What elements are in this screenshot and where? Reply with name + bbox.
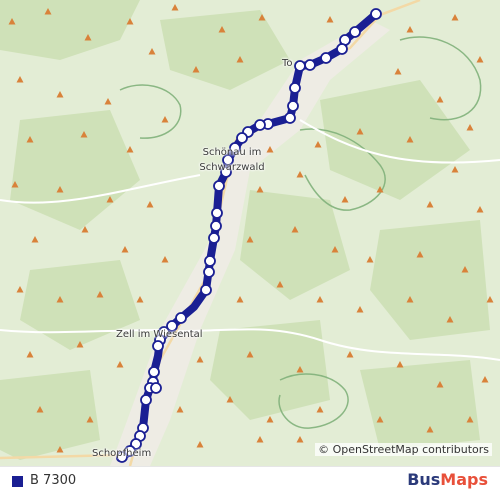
bus-stop[interactable] [304,59,316,71]
bus-stop[interactable] [349,26,361,38]
bus-stop[interactable] [287,100,299,112]
bus-stop[interactable] [320,52,332,64]
route-color-swatch [12,476,23,487]
bus-stop[interactable] [336,43,348,55]
place-label-todtnau: To [282,58,293,69]
place-label-zell: Zell im Wiesental [116,329,203,340]
bus-stop[interactable] [150,382,162,394]
legend-bar: B 7300 BusMaps [0,466,500,501]
bus-stop[interactable] [294,60,306,72]
bus-stop[interactable] [211,207,223,219]
brand-logo-part-maps: Maps [440,470,488,489]
place-label-schoenau: Schönau im Schwarzwald [199,147,265,173]
route-label: B 7300 [30,473,77,488]
bus-stop[interactable] [289,82,301,94]
bus-stop[interactable] [210,220,222,232]
bus-stop[interactable] [370,8,382,20]
bus-stop[interactable] [200,284,212,296]
bus-stop[interactable] [203,266,215,278]
bus-stop[interactable] [236,132,248,144]
bus-stop[interactable] [208,232,220,244]
bus-stop[interactable] [152,340,164,352]
brand-logo-part-bus: Bus [407,470,441,489]
bus-stop[interactable] [140,394,152,406]
bus-stop[interactable] [148,366,160,378]
map-canvas[interactable]: To Schönau im Schwarzwald Zell im Wiesen… [0,0,500,466]
map-attribution[interactable]: © OpenStreetMap contributors [315,443,492,456]
brand-logo[interactable]: BusMaps [407,470,488,489]
bus-stop[interactable] [284,112,296,124]
bus-stop[interactable] [204,255,216,267]
bus-stop[interactable] [213,180,225,192]
bus-stop[interactable] [175,312,187,324]
place-label-schopfheim: Schopfheim [92,448,152,459]
map-svg [0,0,500,466]
bus-stop[interactable] [254,119,266,131]
